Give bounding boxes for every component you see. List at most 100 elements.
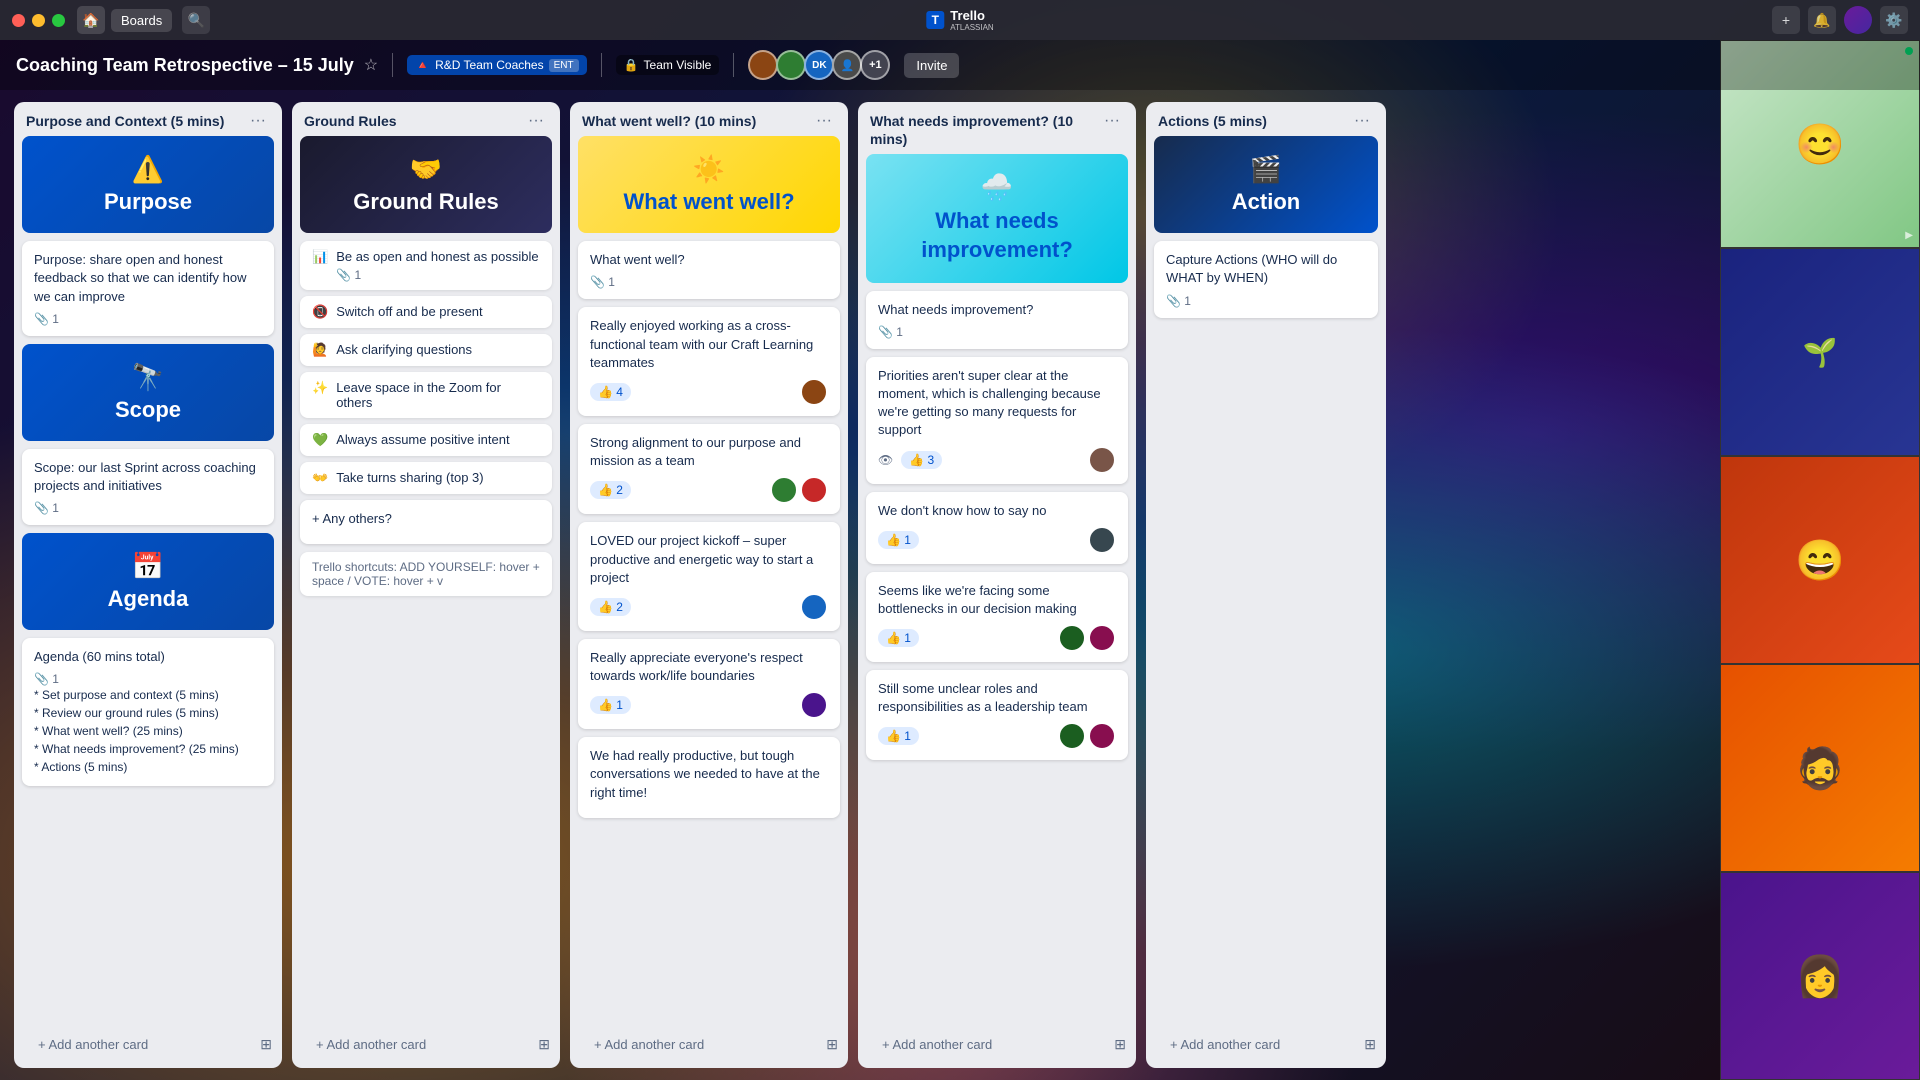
agenda-text-card[interactable]: Agenda (60 mins total) 📎 1 * Set purpose…: [22, 638, 274, 786]
ww-vote-4[interactable]: 👍 1: [590, 696, 631, 714]
ww-text-5: We had really productive, but tough conv…: [590, 747, 828, 802]
ni-vote-3[interactable]: 👍 1: [878, 629, 919, 647]
add-card-actions[interactable]: + Add another card: [1158, 1031, 1292, 1058]
gr-emoji-4: ✨: [312, 380, 328, 396]
needs-improvement-hero-card[interactable]: 🌧️ What needs improvement?: [866, 154, 1128, 282]
ww-avatar-3a: [800, 593, 828, 621]
workspace-tier: ENT: [549, 59, 579, 72]
visibility-badge[interactable]: 🔒 Team Visible: [616, 55, 720, 75]
column-went-well-cards: ☀️ What went well? What went well? 📎 1 R…: [570, 136, 848, 1025]
went-well-card-5[interactable]: We had really productive, but tough conv…: [578, 737, 840, 818]
member-avatar-extra[interactable]: +1: [860, 50, 890, 80]
scope-hero-card[interactable]: 🔭 Scope: [22, 344, 274, 441]
member-avatar-2[interactable]: [776, 50, 806, 80]
member-avatar-4[interactable]: 👤: [832, 50, 862, 80]
column-ground-rules-menu[interactable]: ···: [524, 112, 548, 130]
invite-button[interactable]: Invite: [904, 53, 959, 78]
home-button[interactable]: 🏠: [77, 6, 105, 34]
column-needs-improvement-menu[interactable]: ···: [1100, 112, 1124, 130]
went-well-question-card[interactable]: What went well? 📎 1: [578, 241, 840, 299]
copy-list-purpose[interactable]: ⊞: [254, 1030, 278, 1059]
went-well-card-2[interactable]: Strong alignment to our purpose and miss…: [578, 424, 840, 514]
user-avatar[interactable]: [1844, 6, 1872, 34]
column-actions-cards: 🎬 Action Capture Actions (WHO will do WH…: [1146, 136, 1386, 1025]
ww-vote-2[interactable]: 👍 2: [590, 481, 631, 499]
close-button[interactable]: [12, 14, 25, 27]
needs-improvement-card-4[interactable]: Still some unclear roles and responsibil…: [866, 670, 1128, 760]
copy-list-needs-improvement[interactable]: ⊞: [1108, 1030, 1132, 1059]
scope-emoji: 🔭: [36, 362, 260, 393]
ww-vote-3[interactable]: 👍 2: [590, 598, 631, 616]
actions-hero-card[interactable]: 🎬 Action: [1154, 136, 1378, 233]
video-cell-4[interactable]: 🧔: [1720, 664, 1920, 872]
needs-improvement-card-1[interactable]: Priorities aren't super clear at the mom…: [866, 357, 1128, 484]
video-cell-2[interactable]: 🌱: [1720, 248, 1920, 456]
ni-avatars-2: [1088, 526, 1116, 554]
ni-eye-1[interactable]: 👁: [878, 453, 893, 467]
purpose-hero-card[interactable]: ⚠️ Purpose: [22, 136, 274, 233]
went-well-emoji: ☀️: [592, 154, 826, 185]
add-button[interactable]: +: [1772, 6, 1800, 34]
video-expand-1[interactable]: ▶: [1905, 230, 1913, 241]
ni-vote-2[interactable]: 👍 1: [878, 531, 919, 549]
column-went-well-menu[interactable]: ···: [812, 112, 836, 130]
ground-rules-hero-card[interactable]: 🤝 Ground Rules: [300, 136, 552, 233]
went-well-question: What went well?: [590, 251, 828, 269]
notifications-button[interactable]: 🔔: [1808, 6, 1836, 34]
ground-rule-3[interactable]: 🙋 Ask clarifying questions: [300, 334, 552, 366]
ni-avatars-4: [1058, 722, 1116, 750]
member-avatar-1[interactable]: [748, 50, 778, 80]
ni-vote-4[interactable]: 👍 1: [878, 727, 919, 745]
add-card-went-well[interactable]: + Add another card: [582, 1031, 716, 1058]
purpose-emoji: ⚠️: [36, 154, 260, 185]
column-actions-menu[interactable]: ···: [1350, 112, 1374, 130]
agenda-hero-card[interactable]: 📅 Agenda: [22, 533, 274, 630]
agenda-item-4: * What needs improvement? (25 mins): [34, 740, 262, 758]
video-feed-2: 🌱: [1721, 249, 1919, 455]
ground-rule-2[interactable]: 📵 Switch off and be present: [300, 296, 552, 328]
ni-meta-2: 👍 1: [878, 526, 1116, 554]
minimize-button[interactable]: [32, 14, 45, 27]
workspace-badge[interactable]: 🔺 R&D Team Coaches ENT: [407, 55, 586, 75]
purpose-text-card[interactable]: Purpose: share open and honest feedback …: [22, 241, 274, 336]
ground-rule-6[interactable]: 👐 Take turns sharing (top 3): [300, 462, 552, 494]
column-purpose-menu[interactable]: ···: [246, 112, 270, 130]
video-cell-5[interactable]: 👩: [1720, 872, 1920, 1080]
ww-meta-4: 👍 1: [590, 691, 828, 719]
went-well-hero-card[interactable]: ☀️ What went well?: [578, 136, 840, 233]
actions-capture-card[interactable]: Capture Actions (WHO will do WHAT by WHE…: [1154, 241, 1378, 317]
ww-avatars-2: [770, 476, 828, 504]
copy-list-actions[interactable]: ⊞: [1358, 1030, 1382, 1059]
any-others-card[interactable]: + Any others?: [300, 500, 552, 544]
ground-rule-1[interactable]: 📊 Be as open and honest as possible 📎 1: [300, 241, 552, 290]
copy-list-went-well[interactable]: ⊞: [820, 1030, 844, 1059]
add-card-needs-improvement[interactable]: + Add another card: [870, 1031, 1004, 1058]
needs-improvement-card-2[interactable]: We don't know how to say no 👍 1: [866, 492, 1128, 564]
purpose-column-footer: + Add another card ⊞: [14, 1025, 282, 1068]
ground-rule-5[interactable]: 💚 Always assume positive intent: [300, 424, 552, 456]
fullscreen-button[interactable]: [52, 14, 65, 27]
column-purpose: Purpose and Context (5 mins) ··· ⚠️ Purp…: [14, 102, 282, 1068]
member-avatar-3[interactable]: DK: [804, 50, 834, 80]
needs-improvement-question-card[interactable]: What needs improvement? 📎 1: [866, 291, 1128, 349]
went-well-card-4[interactable]: Really appreciate everyone's respect tow…: [578, 639, 840, 729]
needs-improvement-card-3[interactable]: Seems like we're facing some bottlenecks…: [866, 572, 1128, 662]
went-well-card-1[interactable]: Really enjoyed working as a cross-functi…: [578, 307, 840, 416]
ni-avatars-3: [1058, 624, 1116, 652]
copy-list-ground-rules[interactable]: ⊞: [532, 1030, 556, 1059]
video-cell-3[interactable]: 😄: [1720, 456, 1920, 664]
settings-button[interactable]: ⚙️: [1880, 6, 1908, 34]
search-button[interactable]: 🔍: [182, 6, 210, 34]
boards-button[interactable]: Boards: [111, 9, 172, 32]
add-card-ground-rules[interactable]: + Add another card: [304, 1031, 438, 1058]
ww-vote-1[interactable]: 👍 4: [590, 383, 631, 401]
ground-rule-4[interactable]: ✨ Leave space in the Zoom for others: [300, 372, 552, 418]
ni-vote-1[interactable]: 👍 3: [901, 451, 942, 469]
went-well-card-3[interactable]: LOVED our project kickoff – super produc…: [578, 522, 840, 631]
star-board-button[interactable]: ☆: [364, 55, 378, 75]
shortcuts-card[interactable]: Trello shortcuts: ADD YOURSELF: hover + …: [300, 552, 552, 596]
gr-emoji-3: 🙋: [312, 342, 328, 358]
scope-text-card[interactable]: Scope: our last Sprint across coaching p…: [22, 449, 274, 525]
ww-meta-2: 👍 2: [590, 476, 828, 504]
add-card-purpose[interactable]: + Add another card: [26, 1031, 160, 1058]
